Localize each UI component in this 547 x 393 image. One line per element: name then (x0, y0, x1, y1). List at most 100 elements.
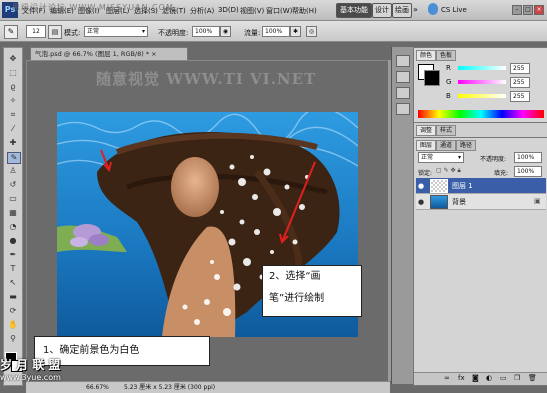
blue-value-field[interactable]: 255 (510, 91, 530, 102)
color-spectrum-ramp[interactable] (418, 110, 544, 118)
tab-swatches[interactable]: 色板 (436, 50, 457, 61)
workspace-design-button[interactable]: 设计 (372, 3, 392, 18)
layer-style-icon[interactable]: fx (458, 374, 465, 382)
eye-icon[interactable]: ● (418, 182, 424, 190)
type-tool-icon[interactable]: T (7, 264, 19, 274)
step2-line1: 2、选择“画 (269, 271, 321, 282)
menu-analysis[interactable]: 分析(A) (190, 6, 214, 16)
info-panel-icon[interactable] (396, 87, 410, 99)
fill-field[interactable]: 100% (514, 166, 542, 177)
history-brush-tool-icon[interactable]: ↺ (7, 180, 19, 190)
character-panel-icon[interactable] (396, 103, 410, 115)
gradient-tool-icon[interactable]: ▦ (7, 208, 19, 218)
menu-view[interactable]: 视图(V) (240, 6, 264, 16)
tab-layers[interactable]: 图层 (416, 140, 437, 151)
workspace-essentials-button[interactable]: 基本功能 (336, 3, 372, 18)
panel-background-swatch[interactable] (424, 70, 440, 86)
menu-3d[interactable]: 3D(D) (218, 6, 239, 14)
brush-panel-icon[interactable]: ▤ (48, 25, 62, 39)
top-watermark: 思缘设计论坛 WWW.MISSYUAN.COM (12, 3, 174, 12)
document-tab[interactable]: 气泡.psd @ 66.7% (图层 1, RGB/8) * × (30, 47, 188, 61)
blur-tool-icon[interactable]: ◔ (7, 222, 19, 232)
new-group-icon[interactable]: ▭ (500, 374, 507, 382)
tab-color[interactable]: 颜色 (416, 50, 437, 61)
layer-row-background[interactable]: ● 背景 ▣ (416, 194, 546, 210)
site-watermark-title: 岁 月 联 盟 (0, 358, 61, 372)
tab-adjustments[interactable]: 调整 (416, 125, 437, 136)
step2-callout: 2、选择“画 笔”进行绘制 (262, 265, 362, 317)
lock-icons[interactable]: ▢ ✎ ✥ 🔒︎ (436, 167, 470, 175)
history-panel-icon[interactable] (396, 55, 410, 67)
layer-name[interactable]: 背景 (452, 197, 466, 207)
dodge-tool-icon[interactable]: ● (7, 236, 19, 246)
red-value-field[interactable]: 255 (510, 63, 530, 74)
crop-tool-icon[interactable]: ⌗ (7, 110, 19, 120)
shape-tool-icon[interactable]: ▬ (7, 292, 19, 302)
healing-brush-tool-icon[interactable]: ✚ (7, 138, 19, 148)
status-zoom[interactable]: 66.67% (86, 382, 109, 393)
chevron-down-icon: ▾ (457, 154, 461, 161)
layer-mask-icon[interactable]: ◙ (472, 374, 479, 382)
marquee-tool-icon[interactable]: ⬚ (7, 68, 19, 78)
opacity-label: 不透明度: (158, 29, 189, 37)
trash-icon[interactable]: 🗑︎ (528, 374, 537, 382)
pressure-size-icon[interactable]: ◎ (306, 26, 317, 37)
hand-tool-icon[interactable]: ✋ (7, 320, 19, 330)
mode-select[interactable]: 正常 ▾ (84, 26, 148, 37)
adjustment-layer-icon[interactable]: ◐ (486, 374, 492, 382)
layer-thumbnail (430, 179, 448, 193)
quick-select-tool-icon[interactable]: ✧ (7, 96, 19, 106)
flow-label: 流量: (244, 29, 261, 37)
flow-field[interactable]: 100% (262, 26, 290, 37)
blue-slider[interactable] (458, 94, 506, 98)
mode-value: 正常 (87, 28, 100, 35)
brush-size-picker[interactable]: 12 (26, 25, 46, 38)
layer-opacity-label: 不透明度: (480, 156, 507, 163)
tab-styles[interactable]: 样式 (436, 125, 457, 136)
lock-label: 锁定: (418, 170, 433, 177)
airbrush-icon[interactable]: ✱ (290, 26, 301, 37)
eye-icon[interactable]: ● (418, 198, 424, 206)
link-layers-icon[interactable]: ∞ (444, 374, 450, 382)
green-slider[interactable] (458, 80, 506, 84)
pressure-opacity-icon[interactable]: ◉ (220, 26, 231, 37)
clone-stamp-tool-icon[interactable]: ♙ (7, 166, 19, 176)
fill-label: 填充: (494, 170, 509, 177)
maximize-button[interactable]: □ (523, 5, 533, 15)
brush-tool-icon[interactable]: ✎ (7, 152, 21, 164)
close-button[interactable]: × (534, 5, 544, 15)
brush-presets-panel-icon[interactable] (396, 71, 410, 83)
3d-rotate-tool-icon[interactable]: ⟳ (7, 306, 19, 316)
new-layer-icon[interactable]: ❐ (514, 374, 520, 382)
cs-live-label[interactable]: CS Live (441, 6, 467, 14)
eraser-tool-icon[interactable]: ▭ (7, 194, 19, 204)
mode-label: 模式: (64, 29, 81, 37)
layer-opacity-field[interactable]: 100% (514, 152, 542, 163)
tab-paths[interactable]: 路径 (456, 140, 477, 151)
layer-row-layer1[interactable]: ● 图层 1 (416, 178, 546, 194)
layers-footer: ∞ fx ◙ ◐ ▭ ❐ 🗑︎ (414, 372, 547, 385)
lasso-tool-icon[interactable]: ϱ (7, 82, 19, 92)
blend-mode-value: 正常 (421, 154, 434, 161)
minimize-button[interactable]: – (512, 5, 522, 15)
path-select-tool-icon[interactable]: ↖ (7, 278, 19, 288)
cs-live-icon[interactable] (428, 3, 438, 15)
zoom-tool-icon[interactable]: ⚲ (7, 334, 19, 344)
eyedropper-tool-icon[interactable]: ⁄ (7, 124, 19, 134)
brush-tool-preset-icon[interactable]: ✎ (4, 25, 18, 39)
blend-mode-select[interactable]: 正常 ▾ (418, 152, 464, 163)
workspace-painting-button[interactable]: 绘画 (392, 3, 412, 18)
opacity-field[interactable]: 100% (192, 26, 220, 37)
layer-name[interactable]: 图层 1 (452, 181, 473, 191)
lock-icon: ▣ (534, 197, 541, 205)
move-tool-icon[interactable]: ✥ (7, 54, 19, 64)
green-value-field[interactable]: 255 (510, 77, 530, 88)
workspace-more-icon[interactable]: » (413, 5, 418, 14)
tab-channels[interactable]: 通道 (436, 140, 457, 151)
menu-window[interactable]: 窗口(W) (266, 6, 292, 16)
red-label: R (446, 64, 451, 72)
menu-help[interactable]: 帮助(H) (292, 6, 317, 16)
pen-tool-icon[interactable]: ✒ (7, 250, 19, 260)
layer-thumbnail (430, 195, 448, 209)
red-slider[interactable] (458, 66, 506, 70)
